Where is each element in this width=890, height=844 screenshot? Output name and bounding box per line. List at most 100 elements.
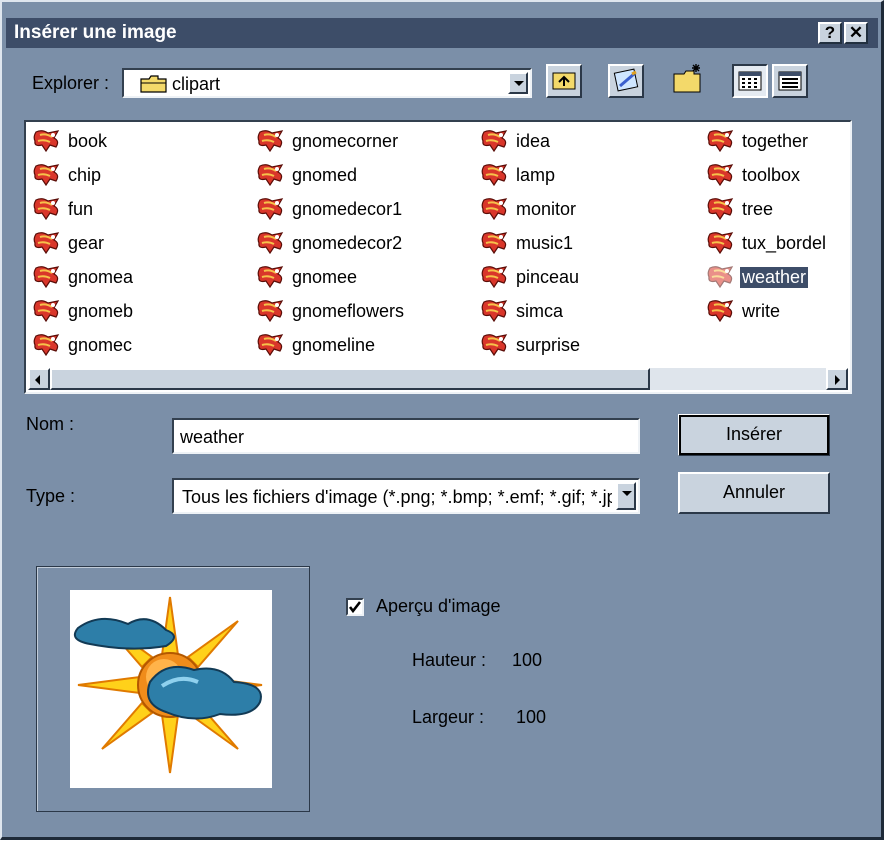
- dialog-title: Insérer une image: [14, 22, 177, 43]
- file-item[interactable]: lamp: [480, 162, 557, 188]
- file-item-label: idea: [516, 130, 551, 151]
- cancel-button[interactable]: Annuler: [678, 472, 830, 514]
- image-file-icon: [32, 333, 62, 357]
- image-file-icon: [706, 299, 736, 323]
- image-file-icon: [480, 163, 510, 187]
- folder-combobox[interactable]: clipart: [122, 68, 532, 98]
- up-folder-button[interactable]: [546, 64, 582, 98]
- file-item[interactable]: music1: [480, 230, 575, 256]
- file-item[interactable]: book: [32, 128, 109, 154]
- file-item-label: surprise: [516, 334, 581, 355]
- name-input[interactable]: weather: [172, 418, 640, 454]
- file-item-label: tree: [742, 198, 774, 219]
- scroll-left-button[interactable]: [28, 368, 50, 390]
- file-item[interactable]: monitor: [480, 196, 578, 222]
- file-item[interactable]: gnomec: [32, 332, 134, 358]
- image-file-icon: [256, 265, 286, 289]
- file-item[interactable]: gear: [32, 230, 106, 256]
- file-item-label: gear: [68, 232, 105, 253]
- image-file-icon: [32, 163, 62, 187]
- folder-icon: [140, 75, 168, 93]
- name-label: Nom :: [26, 414, 75, 434]
- file-item-label: simca: [516, 300, 564, 321]
- file-item[interactable]: gnomedecor2: [256, 230, 404, 256]
- image-file-icon: [256, 163, 286, 187]
- height-label: Hauteur :: [412, 650, 487, 670]
- file-item-label: tux_bordel: [742, 232, 827, 253]
- file-item-label: gnomedecor2: [292, 232, 403, 253]
- file-item-label: gnomeb: [68, 300, 134, 321]
- file-item[interactable]: gnomee: [256, 264, 359, 290]
- width-label: Largeur :: [412, 707, 485, 727]
- file-item-label: lamp: [516, 164, 556, 185]
- file-item[interactable]: pinceau: [480, 264, 581, 290]
- desktop-button[interactable]: [608, 64, 644, 98]
- image-file-icon: [256, 333, 286, 357]
- file-item[interactable]: gnomeline: [256, 332, 377, 358]
- image-file-icon: [706, 231, 736, 255]
- file-item[interactable]: idea: [480, 128, 552, 154]
- close-button[interactable]: ✕: [844, 22, 868, 44]
- file-item[interactable]: gnomea: [32, 264, 135, 290]
- preview-checkbox[interactable]: [346, 598, 364, 616]
- image-file-icon: [480, 265, 510, 289]
- file-item[interactable]: fun: [32, 196, 95, 222]
- details-view-button[interactable]: [772, 64, 808, 98]
- width-value: 100: [516, 707, 547, 727]
- file-item[interactable]: chip: [32, 162, 103, 188]
- type-select[interactable]: Tous les fichiers d'image (*.png; *.bmp;…: [172, 478, 640, 514]
- scroll-right-button[interactable]: [826, 368, 848, 390]
- help-button[interactable]: ?: [818, 22, 842, 44]
- list-view-button[interactable]: [732, 64, 768, 98]
- file-list[interactable]: book chip fun gear gnomea gnomeb gnomec gnomeco…: [24, 120, 852, 394]
- file-item[interactable]: gnomeb: [32, 298, 135, 324]
- file-item-label: write: [742, 300, 781, 321]
- file-item[interactable]: toolbox: [706, 162, 802, 188]
- file-item-label: toolbox: [742, 164, 801, 185]
- scrollbar-thumb[interactable]: [50, 368, 650, 390]
- image-file-icon: [32, 231, 62, 255]
- file-item-label: music1: [516, 232, 574, 253]
- file-item[interactable]: gnomed: [256, 162, 359, 188]
- file-item[interactable]: together: [706, 128, 810, 154]
- image-file-icon: [480, 231, 510, 255]
- height-value: 100: [512, 650, 543, 670]
- file-item[interactable]: weather: [706, 264, 810, 290]
- file-item-label: together: [742, 130, 809, 151]
- image-file-icon: [256, 231, 286, 255]
- file-item-label: weather: [738, 265, 810, 289]
- insert-button[interactable]: Insérer: [678, 414, 830, 456]
- explorer-label: Explorer :: [32, 73, 110, 93]
- image-file-icon: [256, 299, 286, 323]
- image-file-icon: [32, 265, 62, 289]
- image-file-icon: [256, 197, 286, 221]
- image-file-icon: [480, 129, 510, 153]
- title-bar[interactable]: Insérer une image ? ✕: [6, 18, 878, 48]
- file-item-label: gnomea: [68, 266, 134, 287]
- image-file-icon: [256, 129, 286, 153]
- image-file-icon: [706, 197, 736, 221]
- image-file-icon: [706, 129, 736, 153]
- image-file-icon: [32, 299, 62, 323]
- new-folder-button[interactable]: [670, 62, 706, 96]
- file-item[interactable]: surprise: [480, 332, 582, 358]
- file-item[interactable]: gnomedecor1: [256, 196, 404, 222]
- file-item[interactable]: gnomecorner: [256, 128, 400, 154]
- insert-image-dialog: Insérer une image ? ✕ Explorer : clipart: [0, 0, 884, 840]
- file-item-label: monitor: [516, 198, 577, 219]
- type-label: Type :: [26, 486, 76, 506]
- chevron-down-icon[interactable]: [508, 72, 528, 94]
- file-item[interactable]: gnomeflowers: [256, 298, 406, 324]
- file-item-label: book: [68, 130, 108, 151]
- file-item[interactable]: simca: [480, 298, 565, 324]
- horizontal-scrollbar[interactable]: [28, 368, 848, 390]
- file-item-label: pinceau: [516, 266, 580, 287]
- chevron-down-icon[interactable]: [616, 482, 636, 510]
- image-file-icon: [480, 333, 510, 357]
- file-item[interactable]: tux_bordel: [706, 230, 828, 256]
- file-item-label: chip: [68, 164, 102, 185]
- file-item[interactable]: write: [706, 298, 782, 324]
- file-item[interactable]: tree: [706, 196, 775, 222]
- file-item-label: gnomeline: [292, 334, 376, 355]
- type-select-value: Tous les fichiers d'image (*.png; *.bmp;…: [182, 487, 633, 507]
